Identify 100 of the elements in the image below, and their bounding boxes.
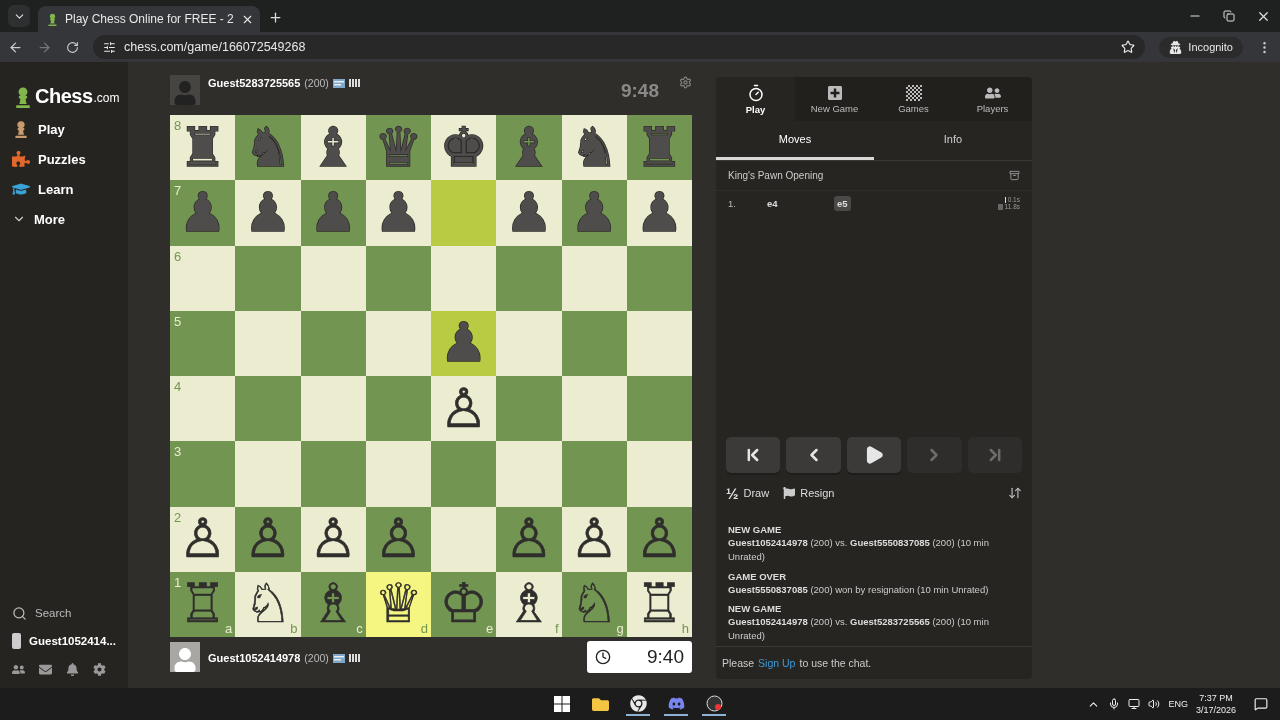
monitor-icon[interactable] [1128, 698, 1141, 710]
draw-button[interactable]: ½ Draw [726, 484, 770, 502]
chess-piece[interactable]: ♖ [635, 577, 684, 632]
chess-piece[interactable]: ♟ [439, 316, 488, 371]
sidebar-item[interactable]: Play [0, 114, 128, 144]
board-square[interactable] [365, 245, 431, 311]
chess-piece[interactable]: ♙ [243, 512, 293, 567]
tab[interactable]: Info [874, 121, 1032, 160]
settings-icon[interactable] [93, 663, 106, 676]
reload-icon[interactable] [66, 40, 79, 54]
logo-text[interactable]: Chess [35, 85, 93, 108]
recorder-icon[interactable] [702, 692, 726, 716]
board-square[interactable]: ♙ [561, 506, 627, 572]
move-nav-button[interactable] [846, 437, 902, 473]
sidebar-item[interactable]: Learn [0, 174, 128, 204]
player-name[interactable]: Guest1052414978 [208, 652, 301, 664]
move-nav-button[interactable] [786, 437, 841, 473]
board-square[interactable] [300, 245, 366, 311]
envelope-icon[interactable] [39, 663, 52, 676]
board-square[interactable] [365, 310, 431, 376]
chess-piece[interactable]: ♟ [504, 185, 554, 240]
bell-icon[interactable] [66, 663, 79, 676]
board-square[interactable]: ♙ [626, 506, 692, 572]
board-square[interactable]: ♟ [496, 180, 562, 246]
board-square[interactable]: ♟ [626, 180, 692, 246]
taskbar-time[interactable]: 7:37 PM [1199, 693, 1233, 703]
chess-piece[interactable]: ♗ [504, 577, 554, 632]
tab-list-button[interactable] [8, 5, 30, 27]
board-square[interactable] [561, 310, 627, 376]
move[interactable]: e4 [764, 195, 781, 211]
board-square[interactable]: ♙ [431, 376, 497, 442]
chess-piece[interactable]: ♙ [635, 512, 684, 567]
user-link[interactable]: Guest1052414... [0, 627, 128, 655]
sign-up-link[interactable]: Sign Up [758, 657, 796, 669]
board-square[interactable] [626, 310, 692, 376]
board-square[interactable]: ♙ [235, 506, 301, 572]
move-nav-button[interactable] [726, 437, 781, 473]
board-square[interactable] [626, 376, 692, 442]
board-square[interactable]: ♚ [431, 115, 497, 181]
flip-board-button[interactable] [1008, 486, 1022, 500]
browser-icon[interactable] [626, 692, 650, 716]
board-square[interactable]: ♙ [496, 506, 562, 572]
chess-piece[interactable]: ♟ [374, 185, 423, 240]
logo-suffix[interactable]: .com [93, 91, 120, 105]
forward-icon[interactable] [37, 39, 52, 55]
sliders-icon[interactable] [103, 40, 116, 54]
file-label: a [225, 621, 233, 636]
move[interactable]: e5 [834, 195, 851, 211]
board-square[interactable] [431, 506, 497, 572]
microphone-icon[interactable] [1108, 698, 1121, 710]
nav-tab[interactable]: New Game [795, 77, 874, 121]
chess-piece[interactable]: ♙ [374, 512, 423, 567]
chess-piece[interactable]: ♙ [308, 512, 358, 567]
board-square[interactable] [300, 376, 366, 442]
rank-label: 4 [174, 379, 182, 394]
browser-tab[interactable]: Play Chess Online for FREE - 2 [38, 6, 260, 32]
incognito-chip[interactable]: Incognito [1159, 36, 1243, 58]
signal-bars-icon [348, 79, 360, 87]
notification-icon[interactable] [1254, 697, 1268, 711]
settings-icon[interactable] [679, 76, 692, 89]
nav-tab[interactable]: Players [953, 77, 1032, 121]
resign-button[interactable]: Resign [783, 487, 835, 499]
nav-tab[interactable]: Play [716, 77, 795, 121]
board-square[interactable]: ♙ [365, 506, 431, 572]
language-indicator[interactable]: ENG [1168, 699, 1188, 709]
player-name[interactable]: Guest5283725565 [208, 77, 301, 89]
highlighted-square[interactable]: ♟ [431, 310, 497, 376]
chess-piece[interactable]: ♗ [308, 577, 358, 632]
sidebar-item[interactable]: More [0, 204, 128, 234]
archive-icon[interactable] [1009, 170, 1020, 181]
chess-piece[interactable]: ♙ [504, 512, 554, 567]
new-tab-icon[interactable] [268, 10, 283, 25]
chess-piece[interactable]: ♚ [439, 120, 488, 175]
chess-piece[interactable]: ♙ [439, 381, 488, 436]
chess-piece[interactable]: ♟ [635, 185, 684, 240]
board-square[interactable] [365, 376, 431, 442]
star-icon[interactable] [1121, 40, 1136, 54]
users-icon[interactable] [12, 663, 25, 676]
board-square[interactable] [626, 245, 692, 311]
tab[interactable]: Moves [716, 121, 874, 160]
board-square[interactable] [561, 245, 627, 311]
chess-piece[interactable]: ♝ [308, 120, 358, 175]
restore-icon[interactable] [1223, 10, 1235, 22]
board-square[interactable]: ♝ [300, 115, 366, 181]
board-square[interactable]: ♟ [365, 180, 431, 246]
board-square[interactable] [300, 310, 366, 376]
board-square[interactable]: ♞ [561, 115, 627, 181]
board-square[interactable]: ♟ [235, 180, 301, 246]
chess-piece[interactable]: ♙ [569, 512, 619, 567]
search-link[interactable]: Search [0, 599, 128, 627]
chess-piece[interactable]: ♟ [243, 185, 293, 240]
board-square[interactable] [561, 376, 627, 442]
back-icon[interactable] [8, 39, 23, 55]
taskbar-date[interactable]: 3/17/2026 [1195, 705, 1236, 715]
address-bar[interactable]: chess.com/game/166072549268 [93, 35, 1146, 59]
chess-piece[interactable]: ♞ [569, 120, 619, 175]
board-square[interactable]: ♙ [300, 506, 366, 572]
speaker-icon[interactable] [1148, 698, 1161, 710]
sidebar-item[interactable]: Puzzles [0, 144, 128, 174]
nav-tab[interactable]: Games [874, 77, 953, 121]
